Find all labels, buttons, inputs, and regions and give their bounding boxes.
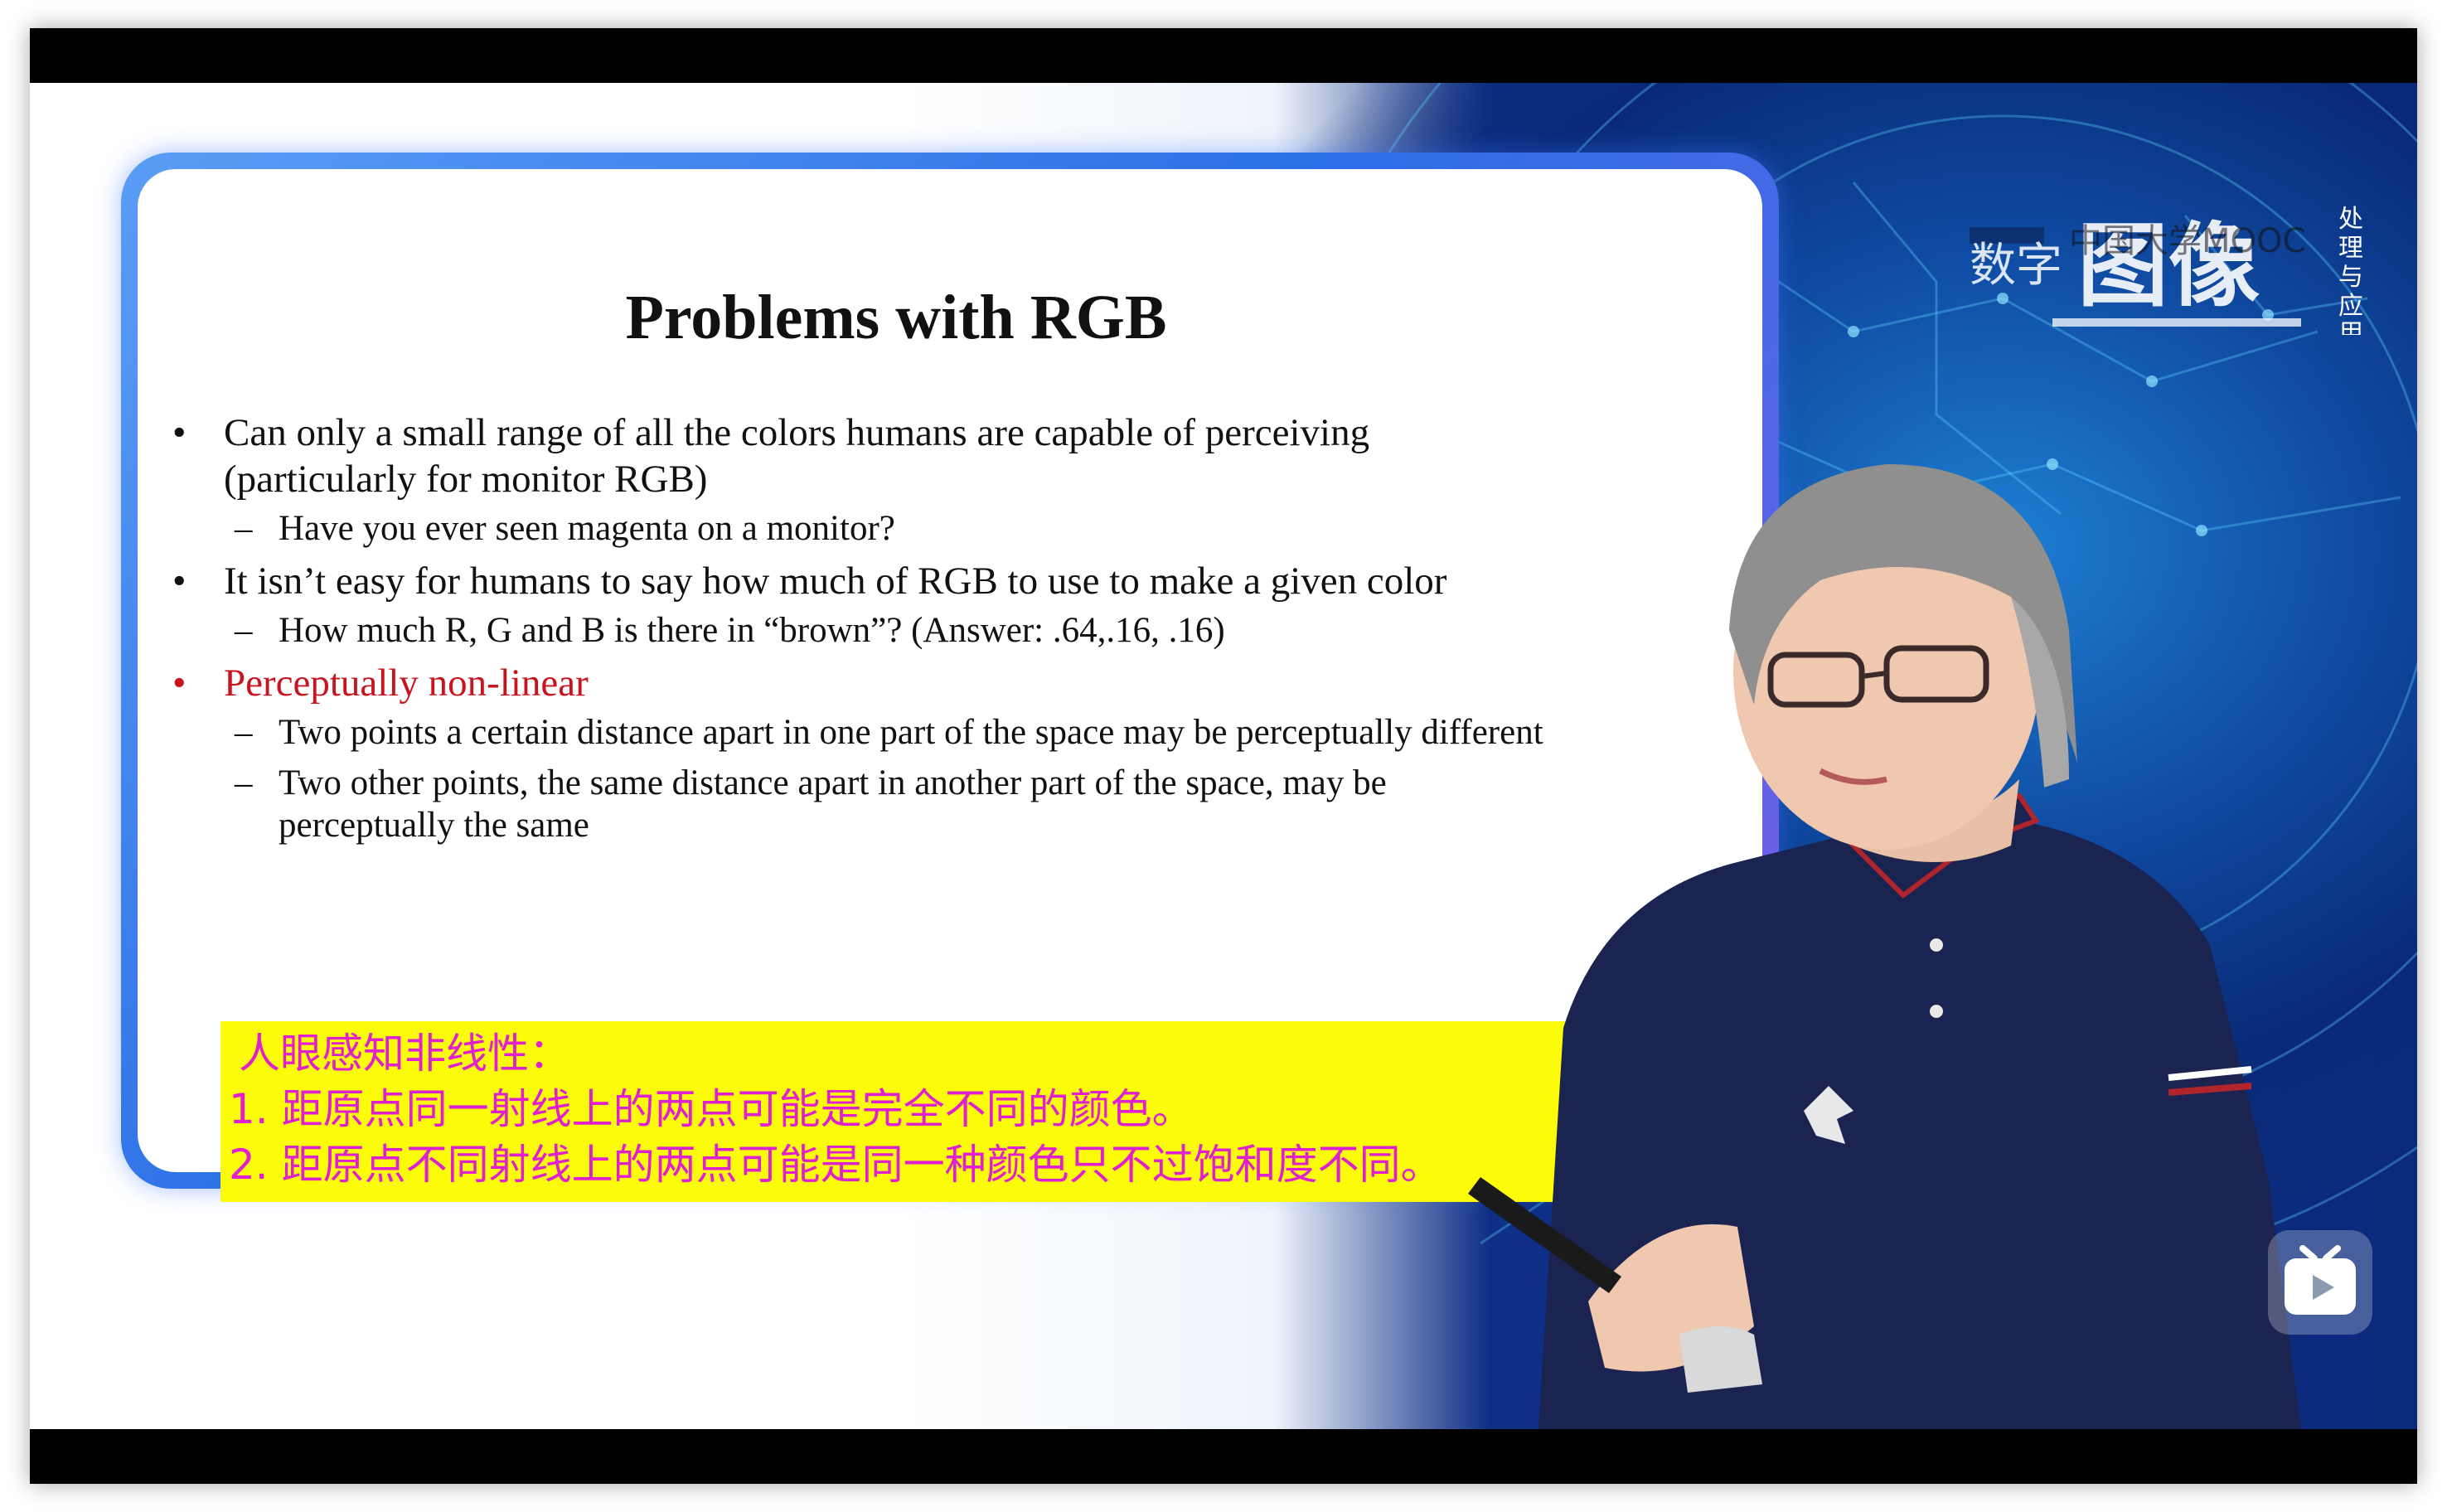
svg-text:应: 应: [2338, 292, 2363, 321]
sub-bullet-dash: –: [235, 611, 253, 650]
bullet-dot: •: [172, 411, 187, 454]
annotation-line: 1. 距原点同一射线上的两点可能是完全不同的颜色。: [229, 1085, 1194, 1133]
video-frame[interactable]: Problems with RGB • Can only a small ran…: [30, 83, 2417, 1429]
annotation-highlight-box: 人眼感知非线性： 1. 距原点同一射线上的两点可能是完全不同的颜色。 2. 距原…: [220, 1021, 1630, 1202]
video-player-window: Problems with RGB • Can only a small ran…: [30, 28, 2417, 1484]
sub-bullet-dash: –: [235, 763, 253, 802]
bullet-dot: •: [172, 560, 187, 603]
svg-text:用: 用: [2338, 319, 2363, 335]
svg-text:与: 与: [2338, 263, 2363, 292]
sub-bullet-dash: –: [235, 509, 253, 548]
bullet-dot: •: [172, 662, 187, 705]
logo-course-text: 数字: [1970, 239, 2062, 293]
logo-vertical-text: 处 理 与 应 用: [2338, 205, 2363, 348]
annotation-line: 人眼感知非线性：: [239, 1030, 570, 1078]
slide-title: Problems with RGB: [625, 283, 1167, 352]
sub-bullet-dash: –: [235, 713, 253, 752]
bilibili-tv-icon[interactable]: [2268, 1230, 2372, 1335]
presenter-image: [1468, 464, 2301, 1429]
svg-text:处: 处: [2338, 205, 2363, 234]
logo-mooc-text: 中国大学MOOC: [2069, 222, 2305, 260]
svg-text:理: 理: [2338, 234, 2363, 263]
course-logo-watermark: 数字 图像 中国大学MOOC 处 理 与 应 用: [1970, 194, 2367, 348]
annotation-line: 2. 距原点不同射线上的两点可能是同一种颜色只不过饱和度不同。: [229, 1141, 1442, 1189]
